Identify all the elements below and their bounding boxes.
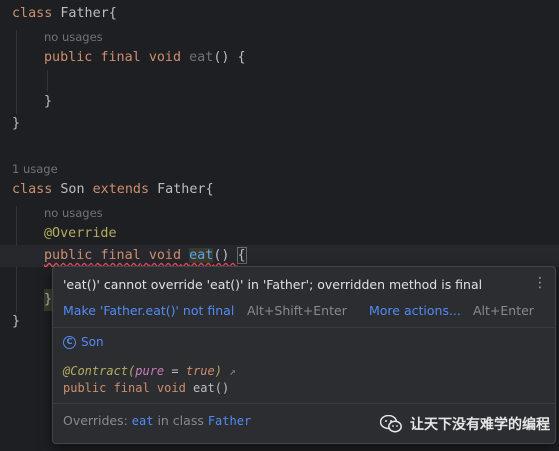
more-options-icon[interactable]: ⋮ (533, 275, 547, 291)
overrides-class-link[interactable]: Father (208, 414, 251, 428)
class-name: Father{ (52, 6, 117, 21)
code-line-close-brace[interactable]: } (44, 289, 53, 311)
more-actions-link[interactable]: More actions... (369, 303, 461, 318)
method-name: eat (189, 50, 214, 65)
error-message: 'eat()' cannot override 'eat()' in 'Fath… (63, 277, 483, 292)
quickfix-make-not-final-link[interactable]: Make 'Father.eat()' not final (63, 303, 234, 318)
method-name: eat (189, 248, 214, 263)
usages-hint[interactable]: no usages (44, 29, 103, 45)
signature-keywords: public final void (63, 381, 186, 395)
keyword: class (12, 182, 53, 197)
annotation-close: ) (214, 364, 222, 378)
usages-hint[interactable]: no usages (44, 205, 103, 221)
matched-brace: { (236, 247, 247, 264)
code-line-method-eat-error[interactable]: public final void eat() { (44, 245, 247, 267)
code-line-class-father[interactable]: class Father{ (12, 3, 117, 25)
more-actions-shortcut: Alt+Enter (473, 303, 534, 318)
overrides-method-link[interactable]: eat (132, 414, 154, 428)
code-text: () (213, 248, 238, 263)
divider (53, 327, 555, 328)
divider (53, 403, 555, 404)
keyword: void (148, 248, 182, 263)
code-line-close-brace[interactable]: } (12, 311, 20, 333)
overrides-mid: in class (153, 413, 208, 428)
keyword: public (44, 248, 93, 263)
keyword: void (148, 50, 182, 65)
indent-guide (16, 30, 17, 114)
annotation-text: @Contract( (63, 364, 136, 378)
overrides-prefix: Overrides: (63, 413, 132, 428)
signature-name: eat() (185, 381, 230, 395)
indent-guide (47, 70, 48, 92)
class-name: Son (52, 182, 93, 197)
code-line-method-eat[interactable]: public final void eat() { (44, 47, 246, 69)
overrides-info: Overrides: eat in class Father (63, 413, 251, 428)
annotation-param: pure (135, 364, 165, 378)
code-text: Father{ (149, 182, 214, 197)
quickfix-shortcut: Alt+Shift+Enter (247, 303, 347, 318)
error-span: public final void eat() (44, 248, 238, 263)
keyword: class (12, 6, 53, 21)
class-icon: C (63, 335, 76, 349)
wechat-watermark: 让天下没有难学的编程 (380, 414, 550, 434)
doc-class-name[interactable]: Son (81, 335, 104, 349)
code-line-close-brace[interactable]: } (12, 113, 20, 135)
keyword: extends (92, 182, 150, 197)
annotation-eq: = (164, 364, 186, 378)
keyword: final (100, 50, 141, 65)
annotation-value: true (185, 364, 215, 378)
code-line-close-brace[interactable]: } (44, 91, 52, 113)
code-text: () { (213, 50, 246, 65)
external-link-icon[interactable]: ↗ (229, 365, 236, 378)
doc-signature: public final void eat() (63, 381, 229, 395)
watermark-text: 让天下没有难学的编程 (410, 417, 550, 433)
keyword: public (44, 50, 93, 65)
code-line-class-son[interactable]: class Son extends Father{ (12, 179, 214, 201)
code-line-override-annotation[interactable]: @Override (44, 223, 117, 245)
usages-hint[interactable]: 1 usage (12, 161, 58, 177)
doc-class-link[interactable]: C Son (63, 335, 104, 349)
wechat-icon (380, 415, 402, 433)
keyword: final (100, 248, 141, 263)
doc-annotation: @Contract(pure = true) ↗ (63, 364, 236, 378)
